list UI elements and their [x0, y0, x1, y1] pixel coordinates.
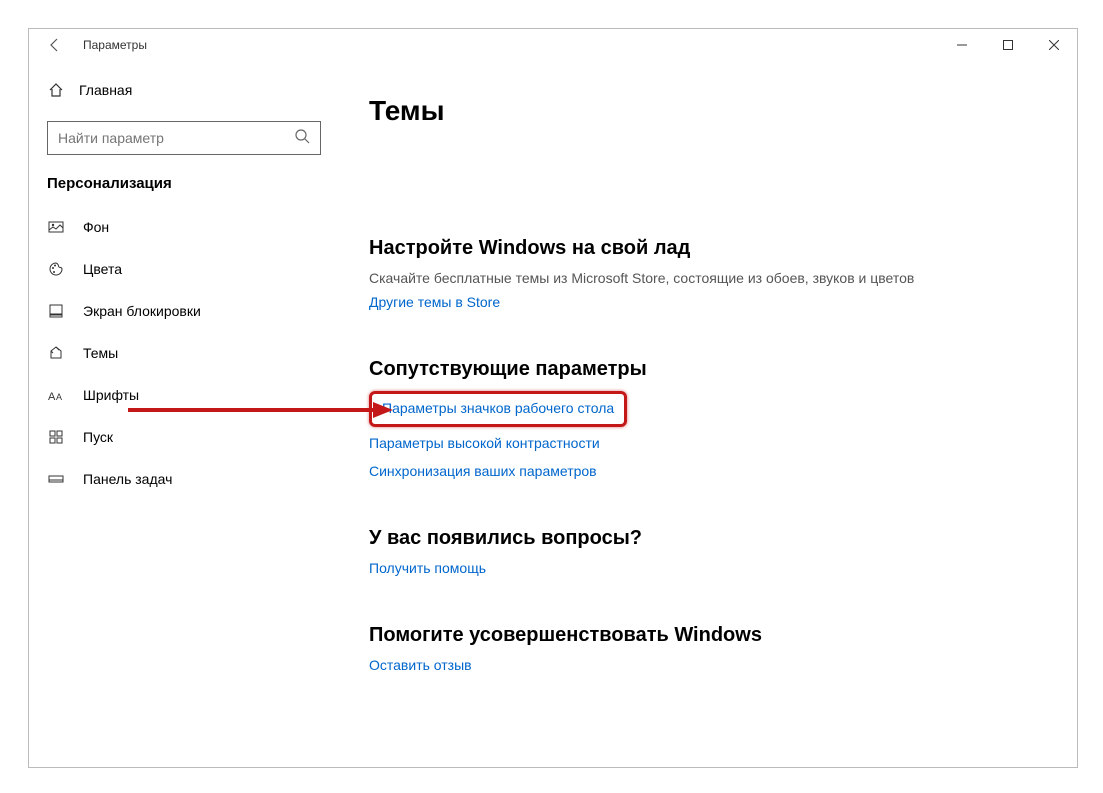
highlight-annotation: Параметры значков рабочего стола [369, 391, 627, 427]
window-title: Параметры [83, 38, 147, 52]
maximize-button[interactable] [985, 29, 1031, 61]
sidebar-item-label: Экран блокировки [83, 303, 201, 319]
questions-heading: У вас появились вопросы? [369, 527, 1047, 550]
home-icon [47, 81, 65, 99]
home-link[interactable]: Главная [29, 71, 339, 109]
desktop-icons-link[interactable]: Параметры значков рабочего стола [382, 400, 614, 416]
search-box[interactable] [47, 121, 321, 155]
sidebar-section-label: Персонализация [29, 175, 339, 206]
content-area: Темы Настройте Windows на свой лад Скача… [339, 61, 1077, 767]
minimize-button[interactable] [939, 29, 985, 61]
themes-icon [47, 344, 65, 362]
search-icon [294, 128, 310, 149]
sidebar-item-label: Панель задач [83, 471, 172, 487]
sidebar-item-label: Цвета [83, 261, 122, 277]
page-title: Темы [369, 95, 1047, 127]
start-icon [47, 428, 65, 446]
fonts-icon: AA [47, 386, 65, 404]
sidebar-item-lockscreen[interactable]: Экран блокировки [29, 290, 339, 332]
customize-section: Настройте Windows на свой лад Скачайте б… [369, 237, 1047, 316]
image-icon [47, 218, 65, 236]
related-section: Сопутствующие параметры Параметры значко… [369, 358, 1047, 485]
customize-heading: Настройте Windows на свой лад [369, 237, 1047, 260]
svg-text:A: A [48, 391, 56, 402]
sync-settings-link[interactable]: Синхронизация ваших параметров [369, 463, 597, 479]
get-help-link[interactable]: Получить помощь [369, 560, 486, 576]
feedback-link[interactable]: Оставить отзыв [369, 657, 472, 673]
sidebar-item-colors[interactable]: Цвета [29, 248, 339, 290]
sidebar-item-taskbar[interactable]: Панель задач [29, 458, 339, 500]
feedback-heading: Помогите усовершенствовать Windows [369, 624, 1047, 647]
sidebar: Главная Персонализация Фон Цвета Экран б… [29, 61, 339, 767]
sidebar-item-background[interactable]: Фон [29, 206, 339, 248]
sidebar-item-label: Фон [83, 219, 109, 235]
sidebar-item-label: Пуск [83, 429, 113, 445]
feedback-section: Помогите усовершенствовать Windows Остав… [369, 624, 1047, 679]
store-themes-link[interactable]: Другие темы в Store [369, 294, 500, 310]
lockscreen-icon [47, 302, 65, 320]
svg-text:A: A [56, 392, 62, 402]
titlebar: Параметры [29, 29, 1077, 61]
sidebar-item-label: Темы [83, 345, 118, 361]
settings-window: Параметры Главная Персонализация [28, 28, 1078, 768]
search-input[interactable] [58, 130, 294, 146]
customize-subtitle: Скачайте бесплатные темы из Microsoft St… [369, 270, 1047, 286]
taskbar-icon [47, 470, 65, 488]
sidebar-item-themes[interactable]: Темы [29, 332, 339, 374]
back-button[interactable] [45, 35, 65, 55]
palette-icon [47, 260, 65, 278]
home-label: Главная [79, 82, 132, 98]
related-heading: Сопутствующие параметры [369, 358, 1047, 381]
high-contrast-link[interactable]: Параметры высокой контрастности [369, 435, 600, 451]
sidebar-item-start[interactable]: Пуск [29, 416, 339, 458]
sidebar-item-label: Шрифты [83, 387, 139, 403]
close-button[interactable] [1031, 29, 1077, 61]
sidebar-item-fonts[interactable]: AA Шрифты [29, 374, 339, 416]
questions-section: У вас появились вопросы? Получить помощь [369, 527, 1047, 582]
